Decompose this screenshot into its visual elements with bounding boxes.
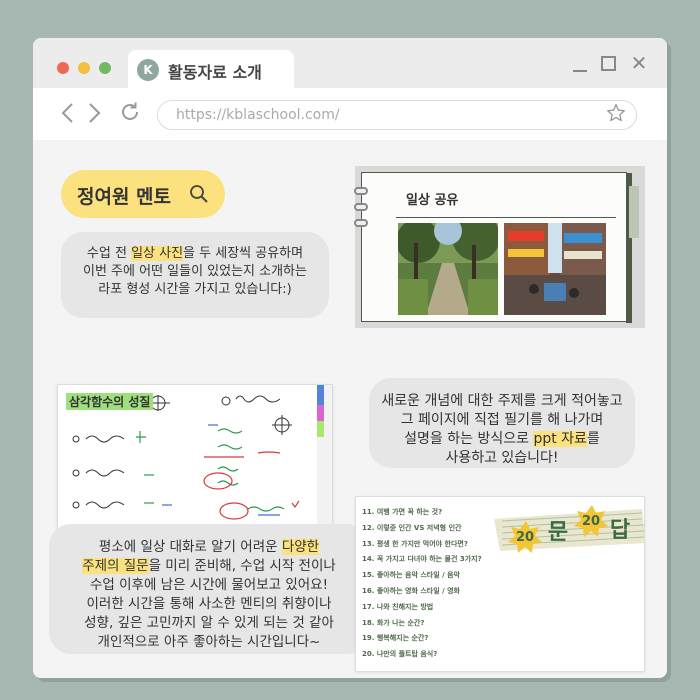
slide-title: 일상 공유 — [406, 193, 459, 208]
badge-left-number: 20 — [516, 530, 534, 545]
list-item: 16. 좋아하는 영화 스타일 / 영화 — [362, 586, 460, 595]
list-item: 15. 좋아하는 음악 스타일 / 음악 — [362, 571, 460, 580]
browser-tab[interactable]: K 활동자료 소개 — [128, 50, 294, 90]
twenty-questions-banner: 20 문 20 답 — [494, 505, 644, 553]
close-dot[interactable] — [57, 62, 69, 74]
bubble-line: 성향, 깊은 고민까지 알 수 있게 되는 것 같아 — [84, 615, 334, 631]
search-icon[interactable] — [189, 184, 208, 203]
address-bar[interactable]: https://kblaschool.com/ — [157, 100, 637, 130]
bubble-line: 주제의 질문을 미리 준비해, 수업 시작 전이나 — [82, 558, 336, 574]
bubble-line: 사용하고 있습니다! — [445, 450, 559, 466]
list-item: 19. 행복해지는 순간? — [362, 634, 429, 643]
bubble-line: 그 페이지에 직접 필기를 해 나가며 — [400, 412, 604, 428]
question-time-bubble: 평소에 일상 대화로 알기 어려운 다양한 주제의 질문을 미리 준비해, 수업… — [49, 524, 369, 654]
slide-page: 일상 공유 — [354, 172, 632, 323]
bubble-line: 라포 형성 시간을 가지고 있습니다:) — [98, 282, 292, 297]
bubble-line: 개인적으로 아주 좋아하는 시간입니다~ — [97, 634, 321, 650]
maximize-dot[interactable] — [99, 62, 111, 74]
bubble-line: 수업 전 일상 사진을 두 세장씩 공유하며 — [86, 246, 304, 261]
bubble-line: 평소에 일상 대화로 알기 어려운 다양한 — [98, 539, 320, 555]
title-bar: K 활동자료 소개 ✕ — [33, 38, 667, 90]
star-icon[interactable] — [606, 103, 626, 128]
questions-slide: 11. 여행 가면 꼭 하는 것? 12. 이렇쥰 인간 VS 저녁형 인간 13.… — [355, 496, 645, 672]
forward-icon[interactable] — [88, 102, 102, 129]
ppt-method-bubble: 새로운 개념에 대한 주제를 크게 적어놓고 그 페이지에 직접 필기를 해 나… — [369, 378, 635, 468]
binder-ring — [354, 203, 368, 211]
list-item: 18. 화가 나는 순간? — [362, 618, 425, 627]
reload-icon[interactable] — [118, 100, 142, 129]
minimize-icon[interactable] — [573, 70, 587, 72]
tab-title: 활동자료 소개 — [168, 63, 262, 82]
list-item: 12. 이렇쥰 인간 VS 저녁형 인간 — [362, 523, 462, 532]
bubble-line: 이번 주에 어떤 일들이 있었는지 소개하는 — [83, 264, 307, 279]
badge-right-number: 20 — [582, 514, 600, 529]
color-tab — [317, 421, 324, 437]
minimize-dot[interactable] — [78, 62, 90, 74]
mentor-name: 정여원 멘토 — [77, 186, 172, 208]
notes-title: 삼각함수의 성질 — [66, 393, 154, 410]
nav-bar: https://kblaschool.com/ — [33, 88, 667, 140]
browser-window: K 활동자료 소개 ✕ https://kblaschool.com/ 정여원 … — [33, 38, 667, 678]
list-item: 13. 평생 한 가지만 먹어야 한다면? — [362, 539, 468, 548]
question-list: 11. 여행 가면 꼭 하는 것? 12. 이렇쥰 인간 VS 저녁형 인간 13.… — [362, 505, 482, 663]
color-tab — [317, 385, 324, 405]
street-market-photo — [504, 223, 606, 315]
color-tab — [317, 405, 324, 421]
daily-share-slide: 일상 공유 — [354, 166, 645, 328]
bubble-line: 수업 이후에 남은 시간에 물어보고 있어요! — [89, 577, 328, 593]
page-content: 정여원 멘토 수업 전 일상 사진을 두 세장씩 공유하며 이번 주에 어떤 일… — [33, 140, 667, 678]
binder-ring — [354, 187, 368, 195]
list-item: 14. 꼭 가지고 다녀야 하는 물건 3가지? — [362, 555, 482, 564]
maximize-icon[interactable] — [601, 56, 616, 71]
banner-char-2: 답 — [610, 518, 630, 543]
list-item: 11. 여행 가면 꼭 하는 것? — [362, 508, 443, 516]
bubble-line: 이러한 시간을 통해 사소한 멘티의 취향이나 — [86, 596, 332, 612]
list-item: 20. 나만의 플트탑 음식? — [362, 650, 438, 659]
binder-ring — [354, 219, 368, 227]
back-icon[interactable] — [60, 102, 74, 129]
mentor-search-pill[interactable]: 정여원 멘토 — [61, 170, 225, 218]
url-text: https://kblaschool.com/ — [176, 107, 340, 123]
bubble-line: 설명을 하는 방식으로 ppt 자료를 — [404, 431, 600, 447]
math-notes-slide: 삼각함수의 성질 — [57, 384, 333, 532]
park-path-photo — [398, 223, 498, 315]
list-item: 17. 나와 친해지는 방법 — [362, 602, 434, 611]
site-logo-icon: K — [137, 59, 159, 81]
slide-tab — [629, 186, 639, 238]
bubble-line: 새로운 개념에 대한 주제를 크게 적어놓고 — [381, 393, 623, 409]
daily-photo-bubble: 수업 전 일상 사진을 두 세장씩 공유하며 이번 주에 어떤 일들이 있었는지… — [61, 232, 329, 318]
banner-char-1: 문 — [548, 520, 568, 545]
divider — [396, 217, 616, 218]
close-icon[interactable]: ✕ — [629, 52, 649, 74]
